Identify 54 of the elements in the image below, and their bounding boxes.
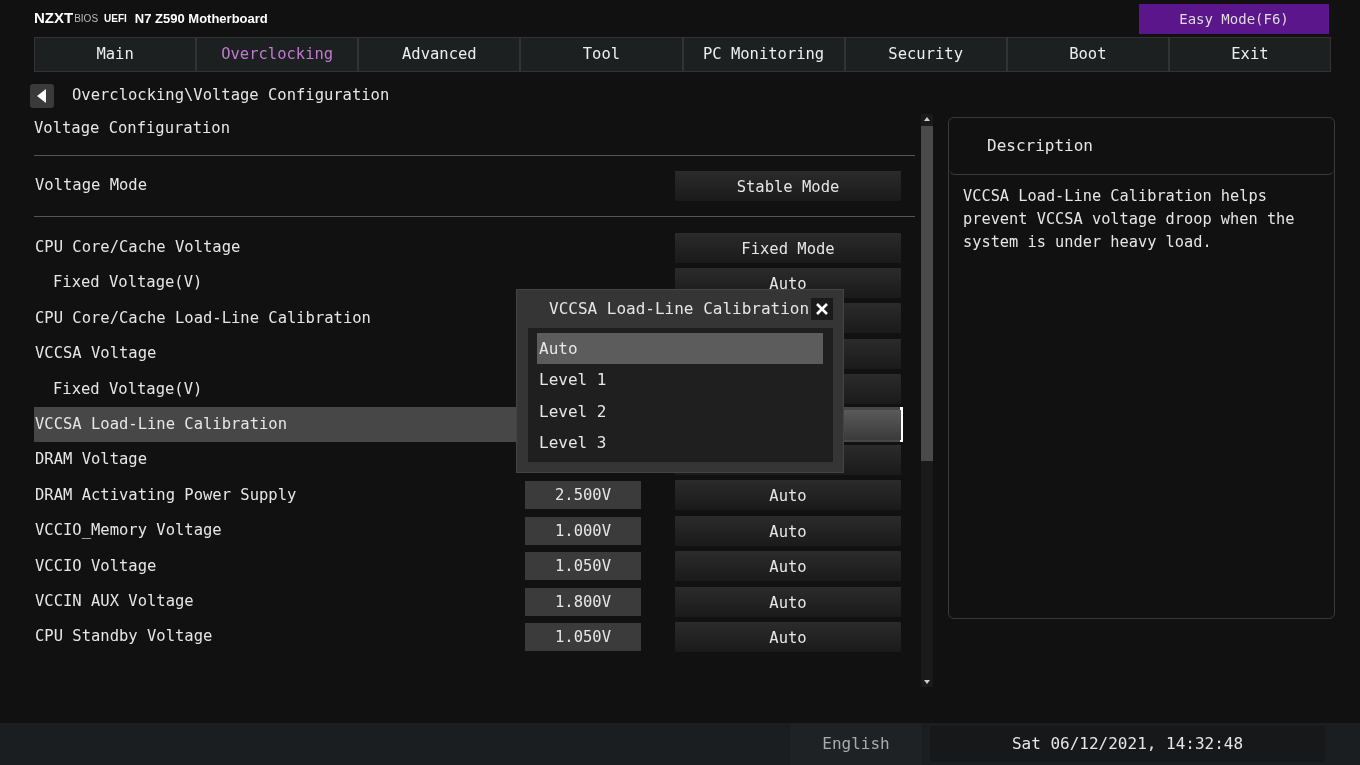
menu-tab[interactable]: Main (34, 37, 197, 72)
setting-label: Fixed Voltage(V) (52, 272, 203, 294)
brand-logo: NZXT (34, 8, 74, 29)
option-selector[interactable]: Auto (675, 515, 901, 546)
setting-label: DRAM Voltage (34, 449, 147, 471)
menu-tab[interactable]: Tool (520, 37, 683, 72)
description-title: Description (987, 135, 1093, 157)
option-selector[interactable]: Auto (675, 622, 901, 652)
voltage-field[interactable]: 1.000V (525, 516, 641, 545)
breadcrumb: Overclocking\Voltage Configuration (72, 85, 390, 107)
description-text: VCCSA Load-Line Calibration helps prevent VCCSA voltage droop when the system is under heavy load. (962, 186, 1296, 253)
setting-label: VCCIO Voltage (34, 555, 157, 577)
uefi-label: UEFI (104, 12, 127, 26)
scroll-up-icon[interactable] (921, 114, 933, 124)
scrollbar-thumb[interactable] (921, 126, 933, 461)
option-selector[interactable]: Stable Mode (675, 171, 901, 201)
date-time: Sat 06/12/2021, 14:32:48 (930, 726, 1325, 762)
close-button[interactable] (811, 298, 833, 320)
menu-tab[interactable]: Exit (1168, 37, 1331, 72)
menu-tab[interactable]: PC Monitoring (682, 37, 845, 72)
option-selector[interactable]: Fixed Mode (675, 232, 901, 263)
voltage-field[interactable]: 1.050V (525, 623, 641, 651)
section-title: Voltage Configuration (34, 118, 231, 139)
dialog-option[interactable]: Auto (537, 333, 823, 365)
setting-label: DRAM Activating Power Supply (34, 484, 297, 506)
menu-tab[interactable]: Security (844, 37, 1007, 72)
easy-mode-button[interactable]: Easy Mode(F6) (1139, 4, 1329, 34)
bios-label: BIOS (74, 12, 99, 26)
language-selector[interactable]: English (790, 723, 922, 765)
setting-label: VCCSA Voltage (34, 343, 157, 365)
back-button[interactable] (30, 84, 54, 108)
setting-label: VCCIO_Memory Voltage (34, 520, 222, 542)
scroll-down-icon[interactable] (921, 677, 933, 687)
dialog-option[interactable]: Level 1 (537, 364, 823, 396)
dialog-title: VCCSA Load-Line Calibration (549, 298, 810, 320)
setting-label: CPU Standby Voltage (34, 626, 213, 648)
voltage-field[interactable]: 1.050V (525, 552, 641, 581)
voltage-field[interactable]: 1.800V (525, 587, 641, 616)
menu-tab[interactable]: Overclocking (196, 37, 359, 72)
menu-tab[interactable]: Boot (1006, 37, 1169, 72)
menu-tab[interactable]: Advanced (358, 37, 521, 72)
setting-label: VCCSA Load-Line Calibration (34, 414, 287, 435)
option-selector[interactable]: Auto (675, 480, 901, 511)
option-selector[interactable]: Auto (675, 586, 901, 617)
board-name: N7 Z590 Motherboard (134, 9, 268, 28)
setting-label: CPU Core/Cache Voltage (34, 237, 241, 259)
setting-label: Fixed Voltage(V) (52, 378, 203, 400)
voltage-field[interactable]: 2.500V (525, 481, 641, 510)
option-selector[interactable]: Auto (675, 551, 901, 582)
setting-label: Voltage Mode (34, 175, 147, 197)
setting-label: CPU Core/Cache Load-Line Calibration (34, 307, 371, 329)
close-icon (816, 303, 828, 315)
back-icon (37, 89, 47, 103)
setting-label: VCCIN AUX Voltage (34, 590, 194, 612)
